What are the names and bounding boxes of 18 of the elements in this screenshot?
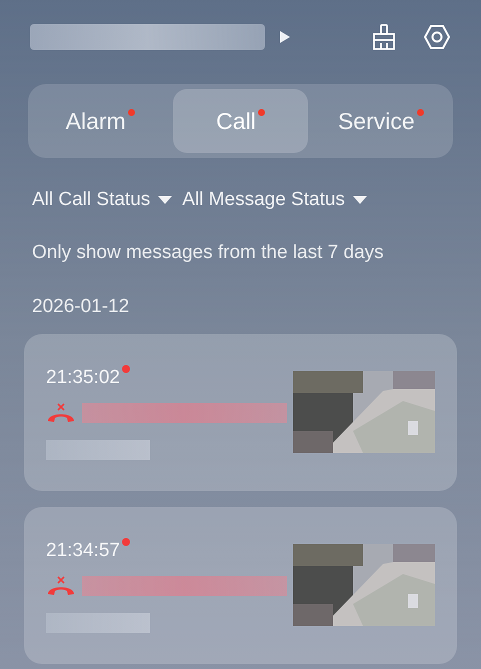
filter-dropdown[interactable]: All Call Status bbox=[32, 186, 172, 214]
tab[interactable]: Alarm bbox=[33, 89, 168, 153]
brush-icon[interactable] bbox=[371, 23, 397, 51]
info-text: Only show messages from the last 7 days bbox=[31, 240, 385, 264]
tab[interactable]: Service bbox=[314, 89, 448, 153]
call-time: 21:34:57 bbox=[46, 538, 120, 563]
play-icon[interactable] bbox=[279, 30, 291, 44]
declined-call-icon bbox=[46, 575, 76, 598]
tab[interactable]: Call bbox=[173, 89, 308, 153]
call-card[interactable]: 21:34:57 bbox=[24, 506, 457, 664]
call-card[interactable]: 21:35:02 bbox=[24, 334, 457, 490]
caret-icon bbox=[158, 196, 172, 204]
caret-icon bbox=[352, 196, 367, 204]
date-heading: 2026-01-12 bbox=[31, 295, 130, 319]
call-time: 21:35:02 bbox=[46, 366, 120, 390]
declined-call-icon bbox=[46, 402, 76, 424]
settings-icon[interactable] bbox=[423, 23, 451, 51]
filter-dropdown[interactable]: All Message Status bbox=[182, 186, 367, 214]
